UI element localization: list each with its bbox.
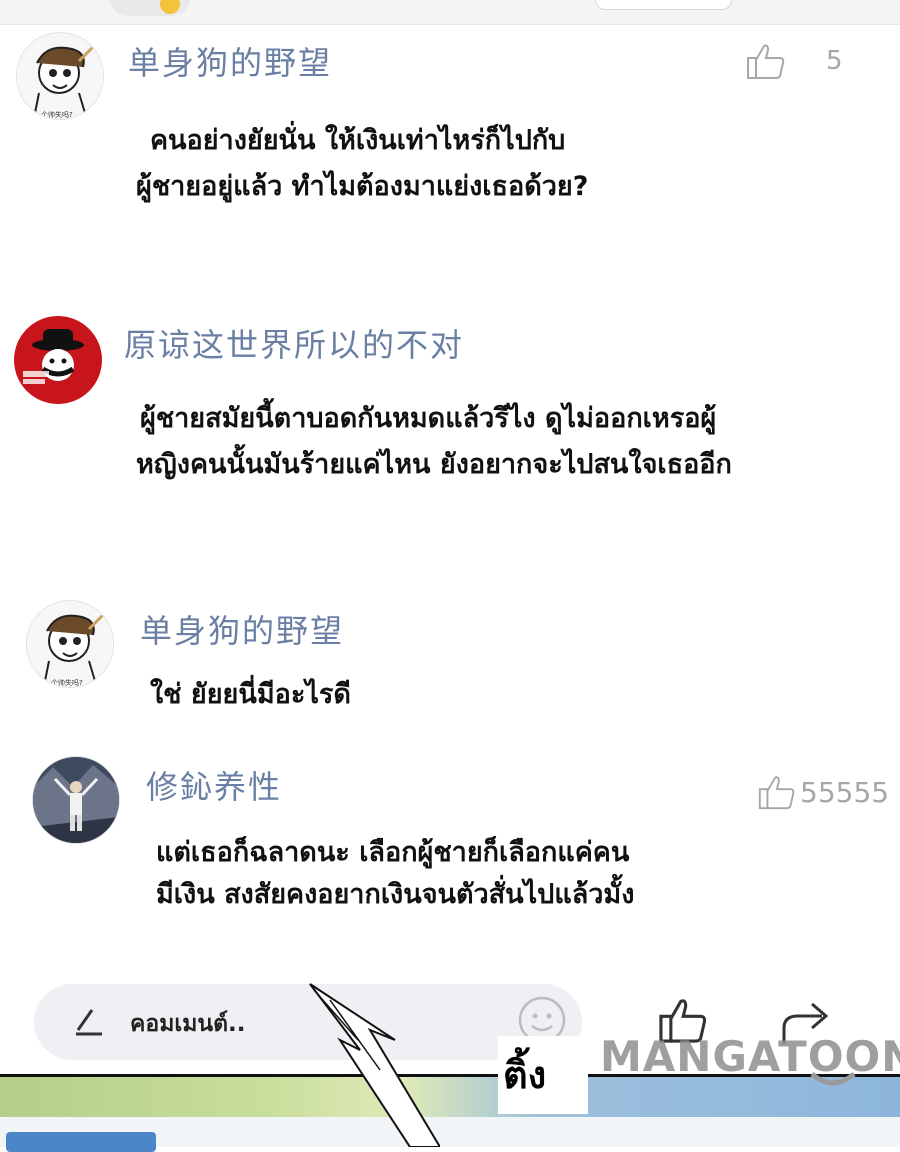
avatar-caption: 个帅失吗? — [51, 678, 83, 687]
like-count: 5 — [826, 46, 843, 76]
comment-text: ผู้ชายอยู่แล้ว ทำไมต้องมาแย่งเธอด้วย? — [136, 162, 588, 212]
previous-comment-fragment — [0, 0, 900, 25]
comment-text: ผู้ชายสมัยนี้ตาบอดกันหมดแล้วรึไง ดูไม่ออ… — [140, 394, 716, 444]
comment-line: หญิงคนนั้นมันร้ายแค่ไหน ยังอยากจะไปสนใจเ… — [136, 449, 732, 480]
avatar[interactable] — [14, 316, 102, 404]
comment-text: คนอย่างยัยนั่น ให้เงินเท่าไหร่ก็ไปกับ — [150, 116, 565, 166]
avatar-caption: 个帅失吗? — [41, 110, 73, 119]
comment-text: มีเงิน สงสัยคงอยากเงินจนตัวสั่นไปแล้วมั้… — [156, 870, 634, 920]
username[interactable]: 修鈊养性 — [146, 762, 282, 808]
follow-button[interactable] — [595, 0, 732, 10]
comment-text: หญิงคนนั้นมันร้ายแค่ไหน ยังอยากจะไปสนใจเ… — [136, 440, 732, 490]
comment-placeholder: คอมเมนต์.. — [130, 1011, 246, 1037]
username[interactable]: 单身狗的野望 — [128, 38, 332, 84]
comment-line: มีเงิน สงสัยคงอยากเงินจนตัวสั่นไปแล้วมั้… — [156, 879, 635, 910]
comment-line: ผู้ชายอยู่แล้ว ทำไมต้องมาแย่งเธอด้วย? — [136, 171, 589, 202]
thumbs-up-icon — [747, 44, 785, 79]
watermark-smile-graphic — [810, 1072, 856, 1086]
avatar[interactable]: 个帅失吗? — [16, 32, 104, 120]
comment-line: ผู้ชายสมัยนี้ตาบอดกันหมดแล้วรึไง ดูไม่ออ… — [140, 403, 717, 434]
comment-text: ใช่ ยัยยนี่มีอะไรดี — [150, 670, 351, 720]
sound-effect-text: ติ้ง — [503, 1053, 547, 1097]
thumbs-up-icon — [758, 776, 795, 810]
pencil-icon — [76, 1009, 102, 1036]
like-count: 55555 — [800, 775, 890, 809]
username[interactable]: 原谅这世界所以的不对 — [124, 320, 464, 366]
avatar[interactable]: 个帅失吗? — [26, 600, 114, 688]
panel-fragment — [6, 1132, 156, 1152]
avatar[interactable] — [32, 756, 120, 844]
username[interactable]: 单身狗的野望 — [140, 606, 344, 652]
comment-line: คนอย่างยัยนั่น ให้เงินเท่าไหร่ก็ไปกับ — [150, 125, 566, 156]
like-button[interactable]: 5 — [744, 40, 843, 82]
speed-lines-graphic — [309, 983, 440, 1147]
like-button[interactable]: 55555 — [756, 772, 889, 812]
comment-line: ใช่ ยัยยนี่มีอะไรดี — [150, 679, 351, 710]
